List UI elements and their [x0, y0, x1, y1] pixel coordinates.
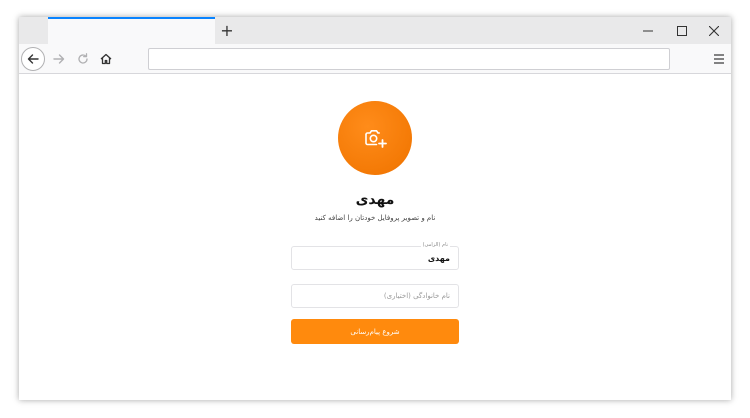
arrow-right-icon: [53, 54, 65, 64]
arrow-left-icon: [27, 54, 39, 64]
profile-name-heading: مهدی: [355, 192, 395, 208]
plus-icon: +: [220, 20, 234, 40]
maximize-button[interactable]: [665, 17, 699, 44]
back-button[interactable]: [21, 47, 45, 71]
start-messaging-button[interactable]: شروع پیام‌رسانی: [291, 319, 459, 344]
profile-subtitle: نام و تصویر پروفایل خودتان را اضافه کنید: [314, 214, 436, 222]
url-bar[interactable]: [148, 48, 670, 70]
last-name-field[interactable]: نام خانوادگی (اختیاری): [291, 284, 459, 308]
forward-button[interactable]: [47, 47, 71, 71]
reload-button[interactable]: [71, 47, 95, 71]
hamburger-menu-icon: [714, 54, 724, 64]
active-tab[interactable]: [48, 17, 215, 44]
last-name-placeholder: نام خانوادگی (اختیاری): [383, 292, 450, 300]
first-name-field[interactable]: نام (الزامی) مهدی: [291, 242, 459, 270]
first-name-value: مهدی: [427, 254, 450, 263]
tab-bar: +: [19, 17, 731, 44]
minimize-button[interactable]: [631, 17, 665, 44]
browser-window: + مهدی نام و تصویر پروفایل خودتان را اضا…: [19, 17, 731, 400]
maximize-icon: [677, 25, 687, 36]
minimize-icon: [643, 30, 653, 31]
tab-bar-spacer: [19, 17, 48, 44]
close-button[interactable]: [697, 17, 731, 44]
menu-button[interactable]: [707, 47, 731, 71]
nav-toolbar: [19, 44, 731, 74]
avatar-upload-button[interactable]: [338, 101, 412, 175]
new-tab-button[interactable]: +: [215, 17, 239, 44]
first-name-label: نام (الزامی): [420, 242, 450, 248]
page-content: مهدی نام و تصویر پروفایل خودتان را اضافه…: [19, 75, 731, 400]
camera-plus-icon: [365, 130, 387, 148]
home-icon: [100, 53, 112, 65]
close-icon: [709, 25, 719, 36]
reload-icon: [78, 53, 88, 64]
home-button[interactable]: [94, 47, 118, 71]
